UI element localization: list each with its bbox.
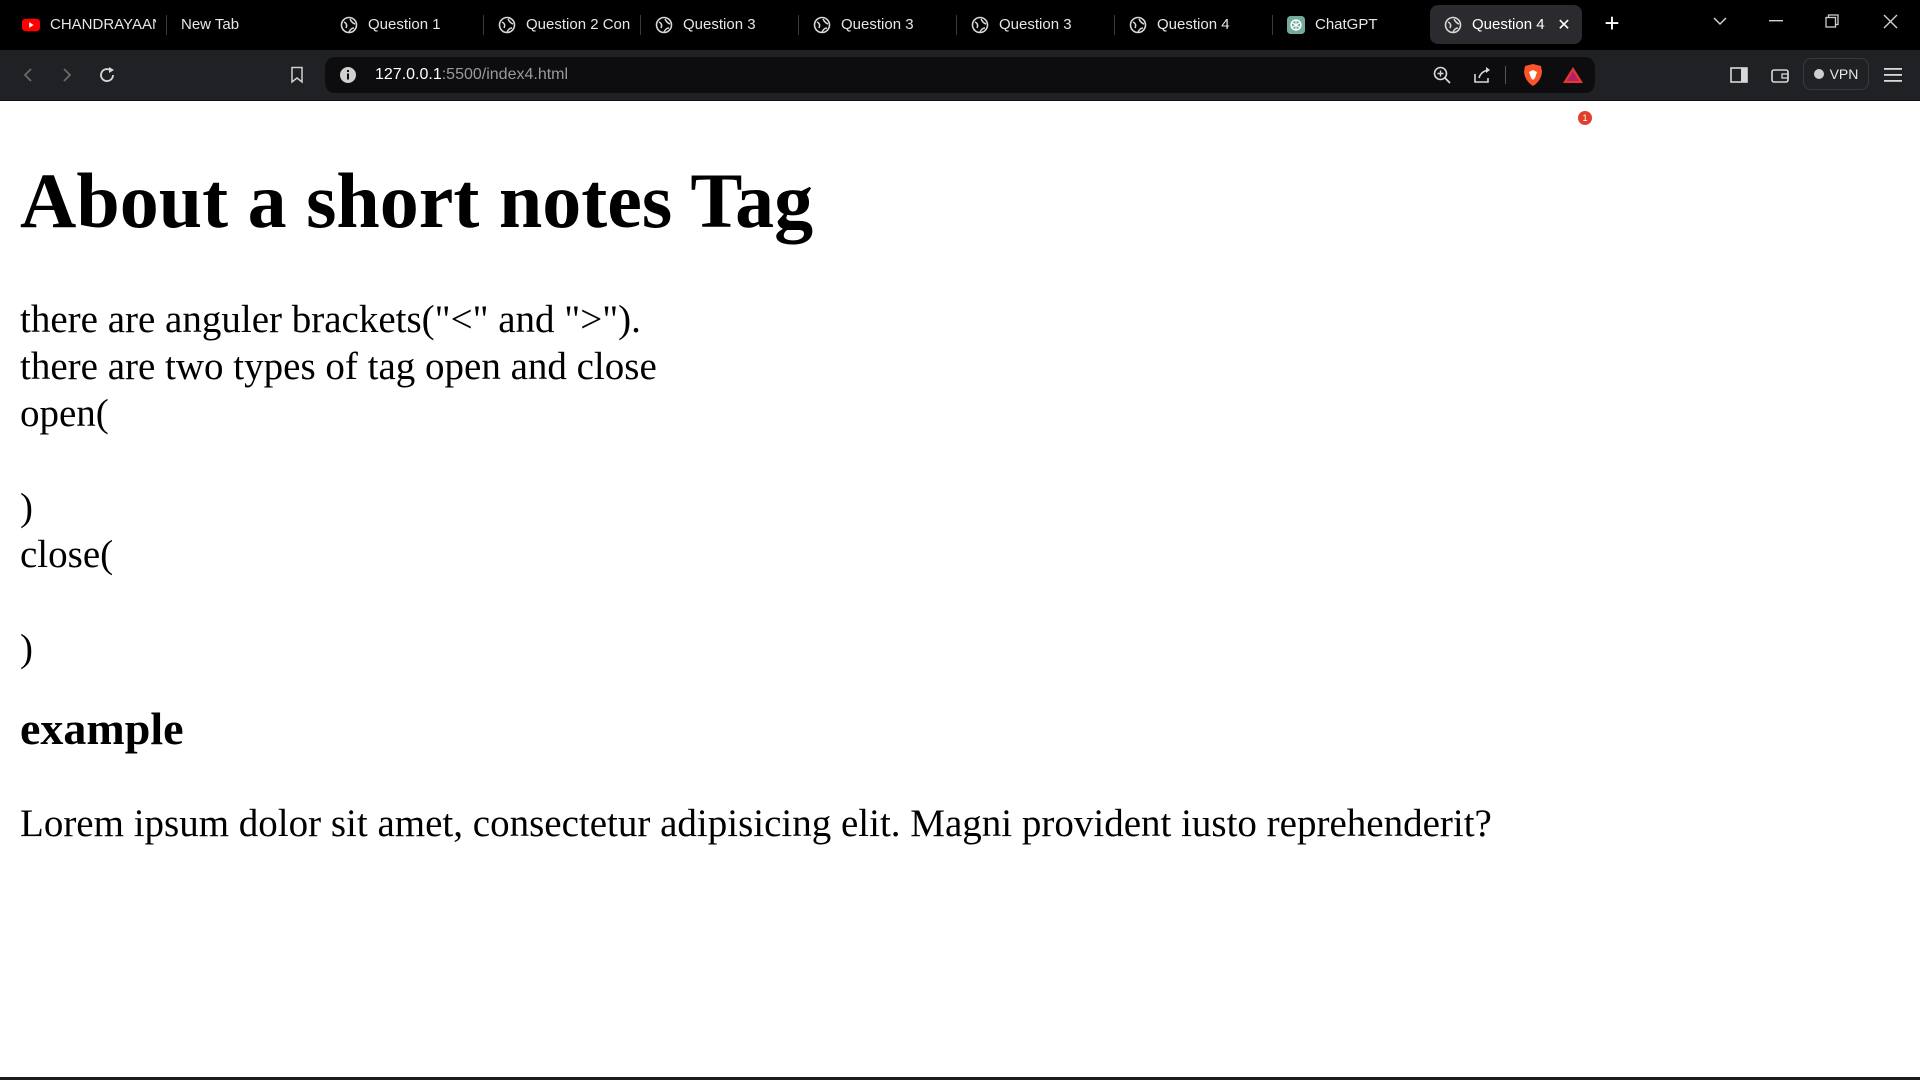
- tab-question-1[interactable]: Question 1: [326, 5, 483, 44]
- tab-title: Question 4: [1157, 16, 1230, 33]
- brave-rewards-icon[interactable]: [1558, 60, 1588, 90]
- paragraph: Lorem ipsum dolor sit amet, consectetur …: [20, 802, 1492, 845]
- youtube-icon: [22, 16, 40, 34]
- tab-question-2[interactable]: Question 2 Con: [484, 5, 640, 44]
- new-tab-button[interactable]: +: [1600, 10, 1624, 38]
- bookmark-icon[interactable]: [282, 60, 312, 90]
- vpn-status-icon: [1813, 69, 1824, 79]
- text-line: close(: [20, 533, 114, 576]
- globe-icon: [813, 16, 831, 34]
- tab-title: Question 4: [1472, 16, 1545, 33]
- restore-icon[interactable]: [1812, 6, 1852, 36]
- rewards-badge: 1: [1578, 111, 1592, 125]
- text-line: ): [20, 486, 33, 529]
- tab-question-3[interactable]: Question 3: [799, 5, 956, 44]
- text-line: there are anguler brackets("<" and ">").: [20, 298, 641, 341]
- globe-icon: [1444, 16, 1462, 34]
- tab-new-tab[interactable]: New Tab: [167, 5, 325, 44]
- text-line: [20, 578, 657, 625]
- globe-icon: [1129, 16, 1147, 34]
- browser-toolbar: 127.0.0.1:5500/index4.html 1 VPN: [0, 50, 1920, 125]
- zoom-icon[interactable]: [1427, 60, 1457, 90]
- url-host: 127.0.0.1: [375, 66, 442, 83]
- text-line: there are two types of tag open and clos…: [20, 345, 657, 388]
- tab-question-3[interactable]: Question 3: [957, 5, 1114, 44]
- vpn-button[interactable]: VPN: [1803, 58, 1869, 90]
- tab-title: CHANDRAYAAN: [50, 16, 156, 33]
- globe-icon: [971, 16, 989, 34]
- url-text: 127.0.0.1:5500/index4.html: [375, 66, 568, 84]
- tab-question-4[interactable]: Question 4: [1115, 5, 1272, 44]
- tab-title: Question 2 Con: [526, 16, 630, 33]
- reload-icon[interactable]: [92, 60, 122, 90]
- wallet-icon[interactable]: [1765, 60, 1795, 90]
- tab-strip: CHANDRAYAAN New Tab Question 1 Question …: [0, 0, 1920, 50]
- text-line: ): [20, 627, 33, 670]
- tab-title: Question 3: [841, 16, 914, 33]
- url-path: :5500/index4.html: [441, 66, 569, 83]
- forward-icon[interactable]: [52, 60, 82, 90]
- page-title: About a short notes Tag: [20, 157, 814, 244]
- sidebar-toggle-icon[interactable]: [1724, 60, 1754, 90]
- section-heading: example: [20, 703, 184, 754]
- chatgpt-icon: [1287, 15, 1305, 34]
- tab-title: Question 3: [999, 16, 1072, 33]
- menu-icon[interactable]: [1878, 60, 1908, 90]
- tab-title: Question 1: [368, 16, 441, 33]
- globe-icon: [498, 16, 516, 34]
- minimize-icon[interactable]: [1756, 6, 1796, 36]
- back-icon[interactable]: [13, 60, 43, 90]
- tab-chatgpt[interactable]: ChatGPT: [1273, 5, 1430, 44]
- tab-search-chevron-icon[interactable]: [1700, 6, 1740, 36]
- tab-title: Question 3: [683, 16, 756, 33]
- site-info-icon[interactable]: [333, 60, 363, 90]
- tab-title: ChatGPT: [1315, 16, 1378, 33]
- omnibox-divider: [1505, 66, 1506, 84]
- close-window-icon[interactable]: [1870, 6, 1910, 36]
- text-line: [20, 437, 657, 484]
- notes-text: there are anguler brackets("<" and ">").…: [20, 296, 657, 672]
- tab-title: New Tab: [181, 16, 240, 33]
- tab-question-3[interactable]: Question 3: [641, 5, 798, 44]
- address-bar[interactable]: 127.0.0.1:5500/index4.html: [325, 57, 1595, 93]
- close-tab-icon[interactable]: ✕: [1556, 15, 1572, 35]
- globe-icon: [340, 16, 358, 34]
- share-icon[interactable]: [1467, 60, 1497, 90]
- tab-question-4-active[interactable]: Question 4 ✕: [1430, 5, 1582, 44]
- text-line: open(: [20, 392, 109, 435]
- brave-shields-icon[interactable]: [1518, 60, 1548, 90]
- vpn-label: VPN: [1829, 66, 1859, 82]
- tab-chandrayaan[interactable]: CHANDRAYAAN: [8, 5, 166, 44]
- globe-icon: [655, 16, 673, 34]
